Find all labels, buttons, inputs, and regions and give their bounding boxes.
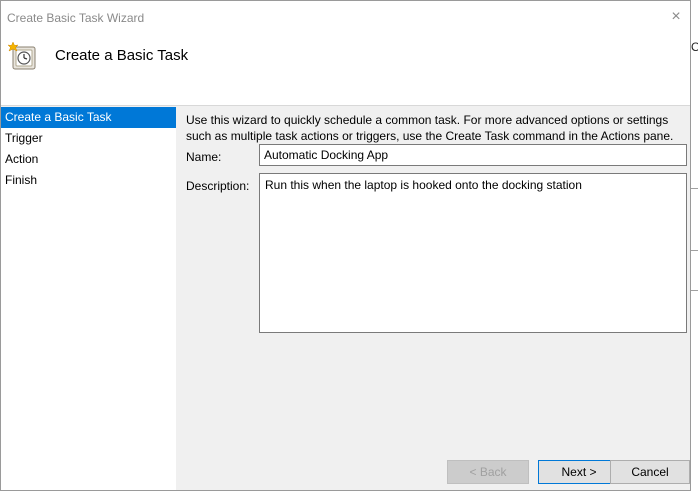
background-window-edge: ON <box>691 0 698 494</box>
window-title: Create Basic Task Wizard <box>7 11 145 25</box>
background-divider <box>691 188 698 189</box>
wizard-window: Create Basic Task Wizard × Create a Basi… <box>0 0 691 491</box>
background-text-fragment: ON <box>691 40 698 54</box>
name-field[interactable] <box>259 144 687 166</box>
task-clock-icon <box>7 41 36 70</box>
background-divider <box>691 250 698 251</box>
background-divider <box>691 290 698 291</box>
description-label: Description: <box>186 179 250 193</box>
next-button[interactable]: Next > <box>538 460 620 484</box>
step-create-basic-task[interactable]: Create a Basic Task <box>1 107 176 128</box>
step-action[interactable]: Action <box>1 149 176 170</box>
title-bar[interactable]: Create Basic Task Wizard × <box>1 1 690 33</box>
wizard-content: Use this wizard to quickly schedule a co… <box>176 107 690 457</box>
step-trigger[interactable]: Trigger <box>1 128 176 149</box>
wizard-footer: < Back Next > Cancel <box>1 457 690 491</box>
back-button[interactable]: < Back <box>447 460 529 484</box>
page-heading: Create a Basic Task <box>55 47 189 64</box>
wizard-steps: Create a Basic Task Trigger Action Finis… <box>1 107 176 490</box>
intro-text: Use this wizard to quickly schedule a co… <box>186 113 674 143</box>
step-finish[interactable]: Finish <box>1 170 176 191</box>
description-field[interactable]: Run this when the laptop is hooked onto … <box>259 173 687 333</box>
close-icon[interactable]: × <box>662 1 690 33</box>
cancel-button[interactable]: Cancel <box>610 460 690 484</box>
name-label: Name: <box>186 150 222 164</box>
wizard-header: Create a Basic Task <box>1 33 690 106</box>
